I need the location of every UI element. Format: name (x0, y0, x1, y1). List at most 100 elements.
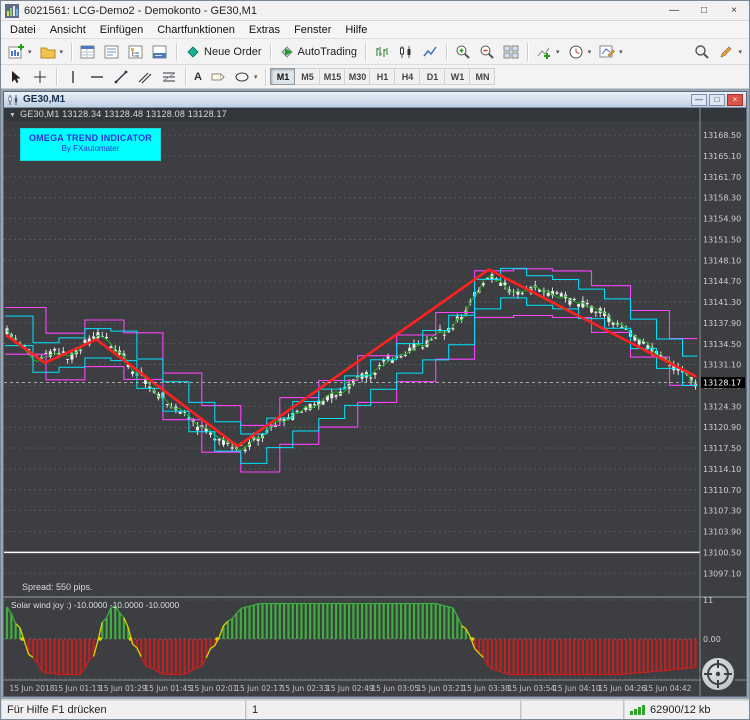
indicators-button[interactable]: ▾ (532, 41, 564, 62)
chart-bars-button[interactable] (370, 41, 394, 62)
status-empty-cell (521, 700, 624, 719)
toolbar-separator (185, 67, 186, 86)
caret-down-icon: ▾ (619, 48, 623, 56)
terminal-button[interactable] (148, 41, 172, 62)
menu-extras[interactable]: Extras (242, 21, 287, 39)
toolbar-separator (527, 42, 529, 61)
terminal-icon (152, 44, 168, 60)
new-chart-icon (8, 43, 24, 60)
app-icon (5, 3, 19, 18)
channel-tool-button[interactable] (133, 66, 157, 87)
market-watch-button[interactable] (76, 41, 100, 62)
omega-trend-indicator-label: OMEGA TREND INDICATOR By FXautomater (20, 128, 161, 161)
timeframe-d1-button[interactable]: D1 (420, 68, 446, 85)
templates-button[interactable]: ▾ (595, 41, 627, 62)
new-order-button[interactable]: Neue Order (181, 41, 265, 62)
shapes-icon (234, 69, 250, 85)
window-title: 6021561: LCG-Demo2 - Demokonto - GE30,M1 (24, 4, 257, 17)
timeframe-h4-button[interactable]: H4 (395, 68, 421, 85)
menu-chartfunktionen[interactable]: Chartfunktionen (150, 21, 242, 39)
tile-windows-icon (503, 44, 519, 60)
horizontal-line-tool-button[interactable] (85, 66, 109, 87)
search-button[interactable] (690, 41, 714, 62)
zoom-out-icon (479, 44, 495, 60)
trendline-tool-button[interactable] (109, 66, 133, 87)
caret-down-icon: ▾ (59, 48, 64, 56)
menu-ansicht[interactable]: Ansicht (43, 21, 93, 39)
toolbar-separator (265, 67, 267, 86)
tile-windows-button[interactable] (499, 41, 523, 62)
crosshair-tool-button[interactable] (28, 66, 52, 87)
toolbar-separator (365, 42, 367, 61)
chart-window: GE30,M1 — □ × 13168.50 13165.10 13161.70 13… (3, 91, 747, 697)
timeframe-w1-button[interactable]: W1 (445, 68, 471, 85)
candlestick-chart-icon (398, 44, 414, 60)
chart-candles-button[interactable] (394, 41, 418, 62)
chart-caption-title: GE30,M1 (23, 94, 66, 105)
horizontal-line-icon (89, 69, 105, 85)
navigator-button[interactable] (124, 41, 148, 62)
chart-minimize-button[interactable]: — (691, 93, 707, 106)
cursor-tool-button[interactable] (4, 66, 28, 87)
time-scale[interactable] (4, 680, 700, 696)
timeframe-m15-button[interactable]: M15 (320, 68, 346, 85)
timeframe-h1-button[interactable]: H1 (370, 68, 396, 85)
status-bar: Für Hilfe F1 drücken 1 62900/12 kb (1, 699, 749, 719)
ohlc-text: GE30,M1 13128.34 13128.48 13128.08 13128… (20, 109, 227, 119)
new-chart-button[interactable]: ▾ (4, 41, 36, 62)
menu-einfuegen[interactable]: Einfügen (93, 21, 150, 39)
indicators-icon (536, 44, 552, 60)
fibonacci-icon (161, 69, 177, 85)
profiles-folder-icon (40, 44, 56, 60)
close-button[interactable]: × (719, 1, 749, 20)
subwindow-indicator-label: Solar wind joy :) -10.0000 -10.0000 -10.… (11, 600, 180, 610)
price-scale[interactable] (700, 108, 746, 680)
maximize-button[interactable]: □ (689, 1, 719, 20)
data-window-button[interactable] (100, 41, 124, 62)
caret-down-icon: ▾ (587, 48, 592, 56)
status-connection-cell: 62900/12 kb (624, 700, 749, 719)
quick-navigation-widget[interactable] (700, 656, 736, 692)
templates-icon (599, 44, 616, 60)
fibonacci-tool-button[interactable] (157, 66, 181, 87)
bar-chart-icon (374, 44, 390, 60)
profiles-button[interactable]: ▾ (36, 41, 68, 62)
text-tool-icon: A (194, 70, 202, 83)
connection-traffic-text: 62900/12 kb (650, 703, 711, 716)
status-help-text: Für Hilfe F1 drücken (1, 700, 246, 719)
crosshair-icon (32, 69, 48, 85)
shapes-tool-button[interactable]: ▾ (230, 66, 262, 87)
periods-button[interactable]: ▾ (564, 41, 596, 62)
compass-icon (704, 660, 732, 688)
text-tool-button[interactable]: A (190, 66, 206, 87)
title-bar[interactable]: 6021561: LCG-Demo2 - Demokonto - GE30,M1… (1, 1, 749, 21)
caret-down-icon: ▾ (28, 48, 32, 56)
chart-line-button[interactable] (418, 41, 442, 62)
equidistant-channel-icon (137, 69, 153, 85)
chart-ohlc-readout: ▼ GE30,M1 13128.34 13128.48 13128.08 1312… (9, 109, 227, 119)
label-icon (210, 69, 226, 85)
triangle-down-icon: ▼ (9, 112, 17, 119)
new-order-diamond-icon (185, 44, 201, 60)
timeframe-m1-button[interactable]: M1 (270, 68, 296, 85)
quick-edit-button[interactable]: ▾ (714, 41, 746, 62)
timeframe-mn-button[interactable]: MN (470, 68, 496, 85)
timeframe-m5-button[interactable]: M5 (295, 68, 321, 85)
zoom-out-button[interactable] (475, 41, 499, 62)
autotrading-button[interactable]: AutoTrading (275, 41, 362, 62)
timeframe-m30-button[interactable]: M30 (345, 68, 371, 85)
omega-title: OMEGA TREND INDICATOR (28, 133, 153, 143)
chart-close-button[interactable]: × (727, 93, 743, 106)
chart-restore-button[interactable]: □ (709, 93, 725, 106)
line-chart-icon (422, 44, 438, 60)
label-tool-button[interactable] (206, 66, 230, 87)
menu-fenster[interactable]: Fenster (287, 21, 338, 39)
zoom-in-icon (455, 44, 471, 60)
zoom-in-button[interactable] (451, 41, 475, 62)
minimize-button[interactable]: — (659, 1, 689, 20)
vertical-line-tool-button[interactable] (61, 66, 85, 87)
menu-hilfe[interactable]: Hilfe (338, 21, 374, 39)
menu-datei[interactable]: Datei (3, 21, 43, 39)
chart-canvas[interactable]: 13168.50 13165.10 13161.70 13158.30 13154.90… (4, 108, 746, 696)
chart-caption-bar[interactable]: GE30,M1 — □ × (4, 92, 746, 108)
